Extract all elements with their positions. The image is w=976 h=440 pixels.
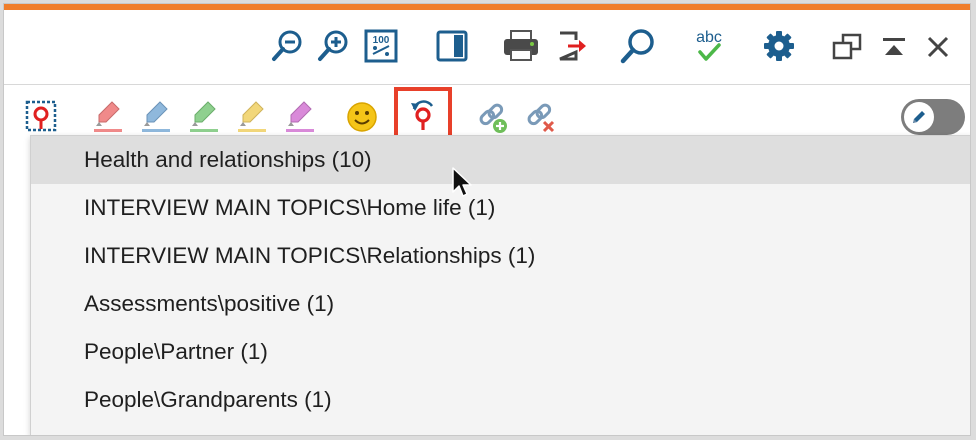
- recent-codes-dropdown: Health and relationships (10) INTERVIEW …: [30, 135, 970, 435]
- panel-layout-icon[interactable]: [434, 28, 470, 64]
- search-icon[interactable]: [618, 26, 658, 66]
- highlighter-magenta-icon[interactable]: [282, 97, 318, 137]
- highlighter-red-icon[interactable]: [90, 97, 126, 137]
- collapse-icon[interactable]: [878, 30, 910, 64]
- export-icon[interactable]: [555, 28, 589, 64]
- highlighter-blue-icon[interactable]: [138, 97, 174, 137]
- toggle-knob: [904, 102, 934, 132]
- code-target-icon[interactable]: [22, 97, 60, 135]
- dropdown-item[interactable]: People\Grandparents (1): [31, 376, 970, 424]
- gear-icon[interactable]: [760, 26, 798, 66]
- edit-mode-toggle[interactable]: [901, 99, 965, 135]
- undock-icon[interactable]: [830, 30, 864, 64]
- recent-codes-icon[interactable]: [404, 95, 442, 135]
- pencil-icon: [913, 111, 925, 123]
- mouse-cursor-icon: [451, 166, 475, 205]
- spellcheck-icon[interactable]: abc: [688, 24, 730, 68]
- dropdown-item[interactable]: INTERVIEW MAIN TOPICS\Relationships (1): [31, 232, 970, 280]
- dropdown-item[interactable]: Health and relationships (10): [31, 136, 970, 184]
- zoom-in-icon[interactable]: [316, 26, 352, 66]
- highlighter-green-icon[interactable]: [186, 97, 222, 137]
- print-icon[interactable]: [501, 26, 541, 66]
- spellcheck-label: abc: [696, 29, 722, 46]
- highlighter-yellow-icon[interactable]: [234, 97, 270, 137]
- zoom-100-icon[interactable]: 100: [362, 26, 400, 66]
- zoom-out-icon[interactable]: [270, 26, 306, 66]
- dropdown-item[interactable]: INTERVIEW MAIN TOPICS\Home life (1): [31, 184, 970, 232]
- dropdown-item[interactable]: Assessments\positive (1): [31, 280, 970, 328]
- link-add-icon[interactable]: [474, 99, 512, 137]
- zoom-100-label: 100: [373, 35, 390, 46]
- close-icon[interactable]: [922, 30, 954, 64]
- link-remove-icon[interactable]: [522, 99, 560, 137]
- window-frame: 100 abc Health and relationships (10) IN…: [3, 3, 971, 436]
- dropdown-item[interactable]: People\Partner (1): [31, 328, 970, 376]
- top-toolbar: 100 abc: [4, 10, 970, 84]
- emoticon-icon[interactable]: [344, 99, 380, 135]
